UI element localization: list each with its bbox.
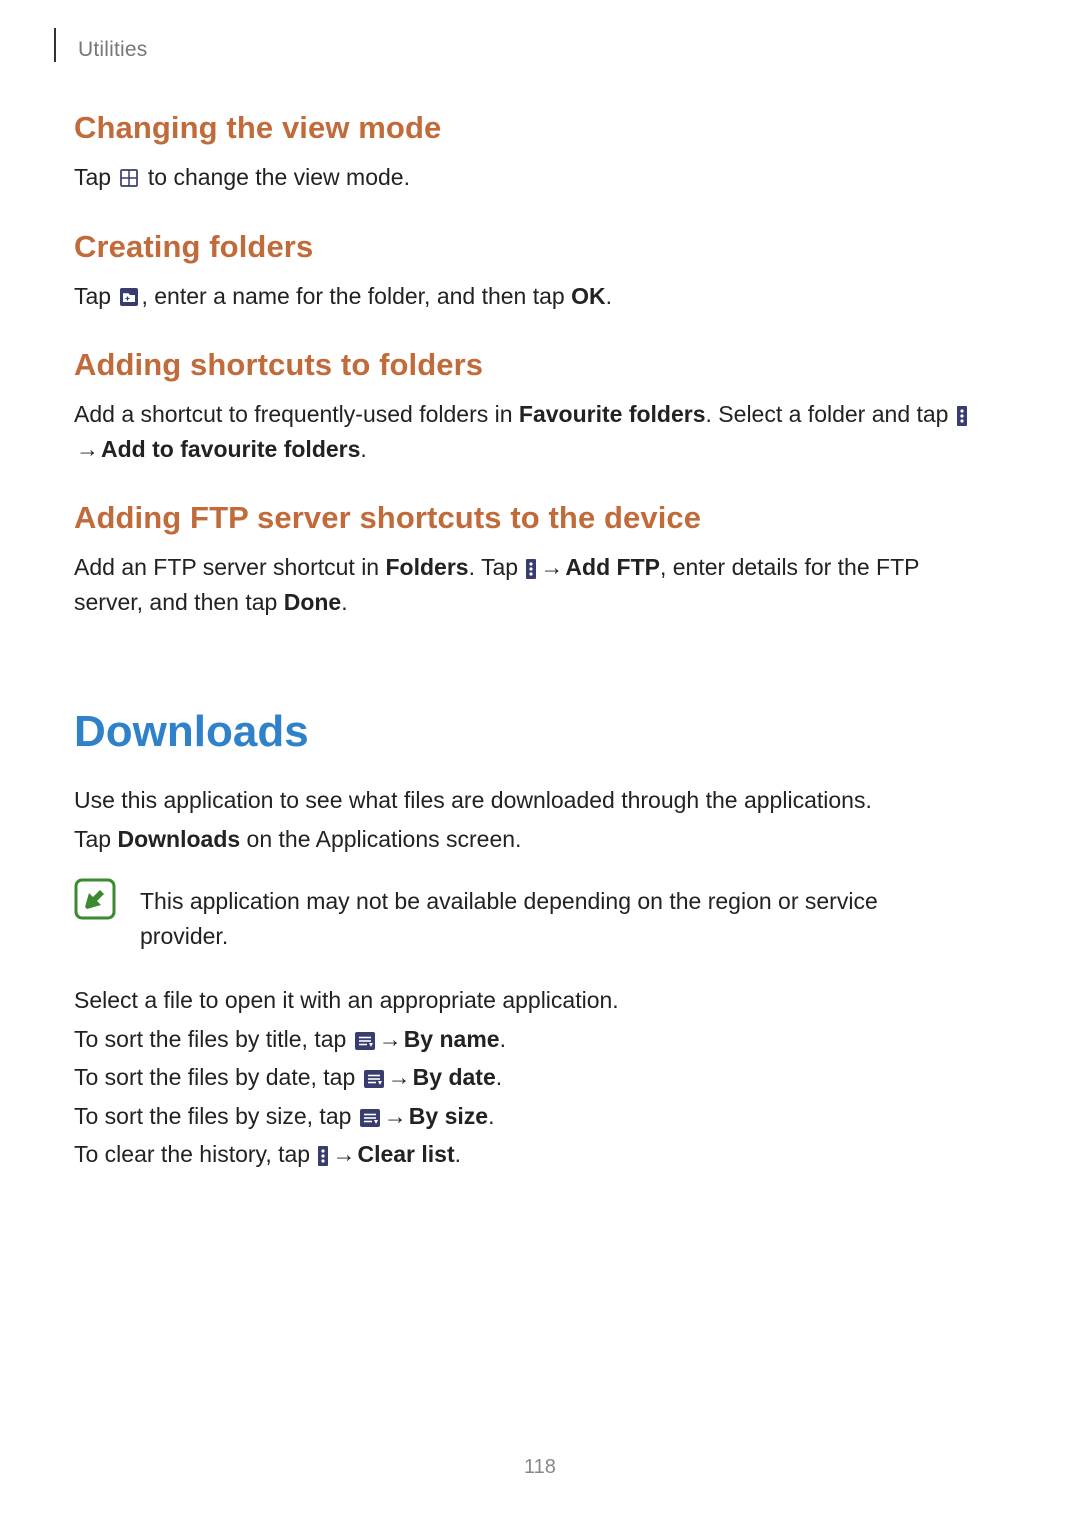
text: To sort the files by size, tap — [74, 1103, 358, 1129]
text: . — [341, 589, 347, 615]
text-bold: By size — [409, 1103, 488, 1129]
text-bold: By name — [404, 1026, 500, 1052]
sort-icon — [355, 1032, 375, 1050]
text-bold: Clear list — [357, 1141, 454, 1167]
heading-creating-folders: Creating folders — [74, 229, 970, 265]
menu-icon — [318, 1146, 328, 1166]
para-select-file: Select a file to open it with an appropr… — [74, 983, 970, 1018]
heading-view-mode: Changing the view mode — [74, 110, 970, 146]
header-rule — [54, 28, 56, 62]
breadcrumb: Utilities — [78, 38, 147, 62]
text-bold: Downloads — [117, 826, 240, 852]
text-bold: Favourite folders — [519, 401, 706, 427]
text-bold: Done — [284, 589, 342, 615]
para-sort-title: To sort the files by title, tap → By nam… — [74, 1022, 970, 1057]
text-bold: Add to favourite folders — [101, 436, 360, 462]
para-view-mode: Tap to change the view mode. — [74, 160, 970, 195]
text: Tap — [74, 283, 117, 309]
arrow: → — [76, 432, 99, 467]
page-number: 118 — [0, 1456, 1080, 1479]
arrow: → — [388, 1060, 411, 1095]
text: To sort the files by title, tap — [74, 1026, 353, 1052]
text: Add an FTP server shortcut in — [74, 554, 386, 580]
text: To sort the files by date, tap — [74, 1064, 362, 1090]
sort-icon — [364, 1070, 384, 1088]
para-ftp-shortcuts: Add an FTP server shortcut in Folders. T… — [74, 550, 970, 619]
para-downloads-intro1: Use this application to see what files a… — [74, 783, 970, 818]
note-callout: This application may not be available de… — [74, 878, 970, 953]
sort-icon — [360, 1109, 380, 1127]
arrow: → — [332, 1137, 355, 1172]
text: to change the view mode. — [141, 164, 410, 190]
text: on the Applications screen. — [240, 826, 521, 852]
text-bold: Add FTP — [565, 554, 660, 580]
heading-downloads: Downloads — [74, 707, 970, 757]
text: . Select a folder and tap — [706, 401, 955, 427]
arrow: → — [379, 1022, 402, 1057]
grid-icon — [119, 168, 139, 188]
text: Tap — [74, 826, 117, 852]
heading-shortcuts-folders: Adding shortcuts to folders — [74, 347, 970, 383]
para-clear-history: To clear the history, tap → Clear list. — [74, 1137, 970, 1172]
text: , enter a name for the folder, and then … — [141, 283, 571, 309]
page-header: Utilities — [54, 30, 1010, 62]
text-bold: By date — [413, 1064, 496, 1090]
para-creating-folders: Tap , enter a name for the folder, and t… — [74, 279, 970, 314]
text: . — [500, 1026, 506, 1052]
text: . Tap — [469, 554, 525, 580]
menu-icon — [526, 559, 536, 579]
heading-ftp-shortcuts: Adding FTP server shortcuts to the devic… — [74, 500, 970, 536]
para-sort-date: To sort the files by date, tap → By date… — [74, 1060, 970, 1095]
text: . — [360, 436, 366, 462]
text: . — [488, 1103, 494, 1129]
text: . — [606, 283, 612, 309]
text: Tap — [74, 164, 117, 190]
text-bold: OK — [571, 283, 606, 309]
para-shortcuts-folders: Add a shortcut to frequently-used folder… — [74, 397, 970, 466]
para-sort-size: To sort the files by size, tap → By size… — [74, 1099, 970, 1134]
new-folder-icon — [119, 287, 139, 307]
text: Add a shortcut to frequently-used folder… — [74, 401, 519, 427]
para-downloads-intro2: Tap Downloads on the Applications screen… — [74, 822, 970, 857]
note-icon — [74, 878, 116, 925]
arrow: → — [540, 550, 563, 585]
text: To clear the history, tap — [74, 1141, 316, 1167]
text-bold: Folders — [386, 554, 469, 580]
menu-icon — [957, 406, 967, 426]
text: . — [455, 1141, 461, 1167]
note-text: This application may not be available de… — [140, 878, 970, 953]
text: . — [496, 1064, 502, 1090]
arrow: → — [384, 1099, 407, 1134]
